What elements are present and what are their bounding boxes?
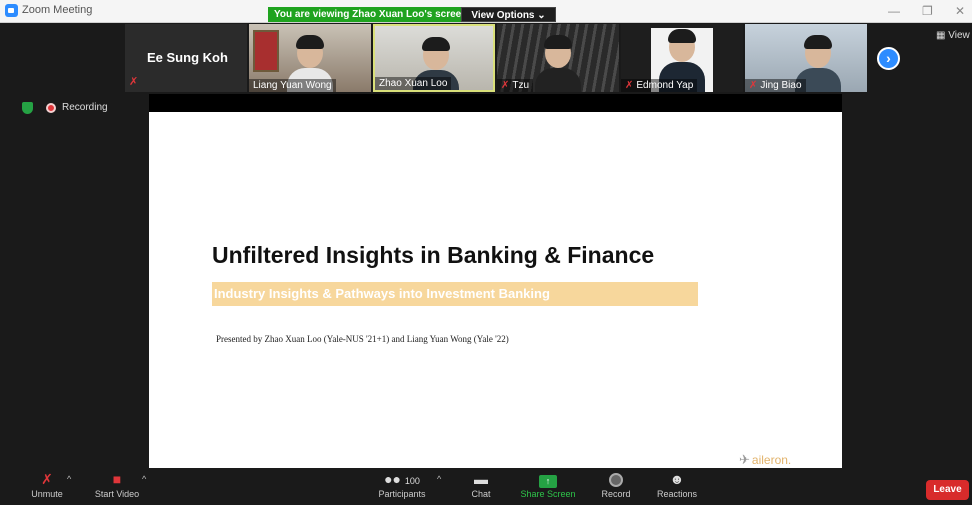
participant-name-label: Liang Yuan Wong	[249, 79, 336, 92]
zoom-app-icon	[5, 4, 18, 17]
paper-plane-icon: ✈	[739, 452, 750, 467]
participant-name-label: ✗ Tzu	[497, 79, 534, 92]
participant-tile[interactable]: Ee Sung Koh ✗	[125, 24, 247, 92]
slide-title: Unfiltered Insights in Banking & Finance	[212, 242, 655, 268]
reactions-label: Reactions	[656, 489, 698, 499]
mic-muted-icon: ✗	[129, 76, 139, 88]
participants-count: 100	[404, 476, 420, 486]
chat-button[interactable]: ▬ Chat	[466, 470, 496, 505]
wall-art	[253, 30, 279, 72]
mic-muted-icon: ✗	[749, 80, 758, 91]
next-page-arrow-icon[interactable]: ›	[877, 47, 900, 70]
close-icon[interactable]: ✕	[955, 4, 965, 18]
participants-options-caret-icon[interactable]: ^	[437, 474, 441, 484]
reactions-button[interactable]: ☻ Reactions	[652, 470, 702, 505]
view-options-button[interactable]: View Options ⌄	[461, 7, 556, 22]
share-screen-button[interactable]: ↑ Share Screen	[518, 470, 578, 505]
record-button[interactable]: Record	[598, 470, 634, 505]
start-video-button[interactable]: ■ Start Video	[88, 470, 146, 505]
shared-screen-slide: Unfiltered Insights in Banking & Finance…	[149, 112, 842, 468]
grid-icon: ▦	[936, 30, 949, 41]
unmute-button[interactable]: ✗ Unmute	[22, 470, 72, 505]
slide-subtitle: Industry Insights & Pathways into Invest…	[212, 282, 698, 306]
leave-button[interactable]: Leave	[926, 480, 969, 500]
view-label: View	[948, 30, 970, 41]
participant-video	[535, 34, 581, 92]
mic-muted-icon: ✗	[41, 471, 53, 487]
window-title: Zoom Meeting	[22, 4, 93, 16]
record-label: Record	[601, 489, 631, 499]
participant-name-label: ✗ Jing Biao	[745, 79, 806, 92]
participant-tile[interactable]: ✗ Edmond Yap	[621, 24, 743, 92]
participants-label: Participants	[378, 489, 426, 499]
mic-muted-icon: ✗	[625, 80, 634, 91]
audio-options-caret-icon[interactable]: ^	[67, 474, 71, 484]
participant-name-label: Zhao Xuan Loo	[375, 77, 452, 90]
video-off-icon: ■	[112, 471, 122, 487]
chat-bubble-icon: ▬	[474, 471, 488, 487]
restore-icon[interactable]: ❐	[922, 4, 933, 18]
mic-muted-icon: ✗	[501, 80, 510, 91]
slide-logo: ✈ aileron.	[739, 452, 791, 468]
participant-tile[interactable]: ✗ Jing Biao	[745, 24, 867, 92]
start-video-label: Start Video	[94, 489, 140, 499]
participant-tile-active-speaker[interactable]: Zhao Xuan Loo	[373, 24, 495, 92]
unmute-label: Unmute	[31, 489, 63, 499]
security-shield-icon	[22, 102, 33, 114]
view-layout-button[interactable]: ▦ View	[936, 30, 970, 41]
recording-dot-icon	[46, 103, 56, 113]
participant-name: Ee Sung Koh	[147, 50, 228, 65]
participants-button[interactable]: ●● 100 Participants	[372, 470, 432, 505]
share-screen-icon: ↑	[539, 475, 557, 488]
logo-text: aileron.	[751, 453, 792, 467]
slide-presenter-line: Presented by Zhao Xuan Loo (Yale-NUS '21…	[216, 334, 509, 344]
share-indicator-text: You are viewing Zhao Xuan Loo's screen	[274, 9, 468, 20]
share-screen-label: Share Screen	[520, 489, 576, 499]
slide-top-bar	[149, 94, 842, 112]
minimize-icon[interactable]: —	[888, 4, 900, 18]
screen-share-banner: You are viewing Zhao Xuan Loo's screen	[268, 7, 467, 22]
participant-tile[interactable]: ✗ Tzu	[497, 24, 619, 92]
recording-label: Recording	[62, 102, 108, 113]
reactions-smiley-icon: ☻	[669, 471, 685, 487]
chat-label: Chat	[471, 489, 491, 499]
participants-icon: ●●	[384, 471, 401, 487]
record-icon	[609, 473, 623, 487]
participant-name-label: ✗ Edmond Yap	[621, 79, 698, 92]
video-options-caret-icon[interactable]: ^	[142, 474, 146, 484]
participant-tile[interactable]: Liang Yuan Wong	[249, 24, 371, 92]
meeting-toolbar: ✗ Unmute ^ ■ Start Video ^ ●● 100 Partic…	[0, 470, 972, 505]
